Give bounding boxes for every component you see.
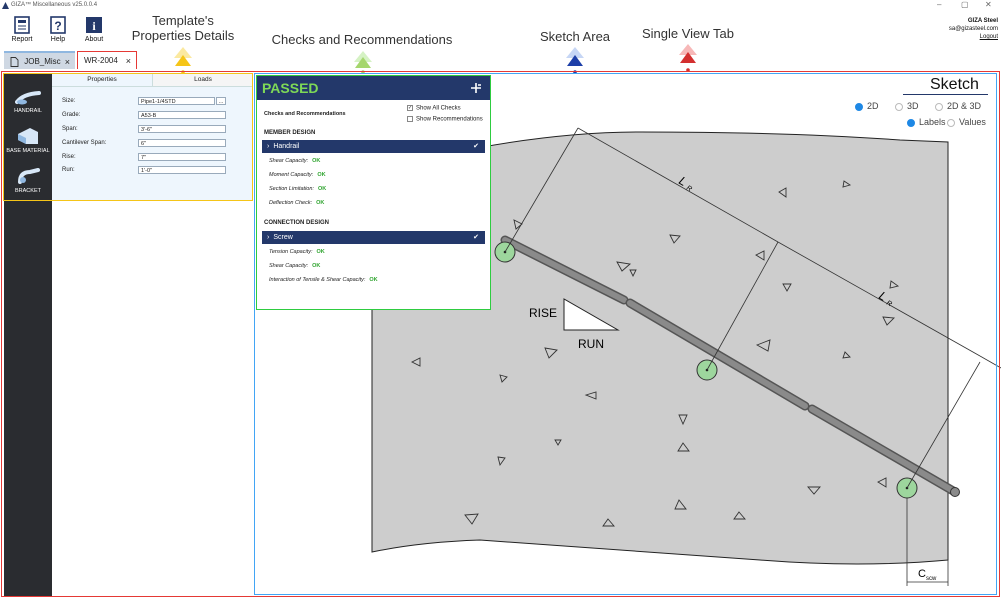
check-row: Section Limitation: OK — [269, 186, 326, 192]
cscw-sub: scw — [926, 576, 937, 582]
check-label: Moment Capacity: — [269, 172, 314, 178]
check-row: Deflection Check: OK — [269, 200, 324, 206]
sketch-canvas: RISE RUN L R L R C scw — [371, 127, 1001, 586]
check-result: OK — [317, 186, 327, 192]
screw-section-label: Screw — [273, 234, 293, 241]
view-2d-3d-label: 2D & 3D — [947, 101, 982, 111]
check-row: Tension Capacity: OK — [269, 249, 325, 255]
cscw-label: C — [918, 568, 926, 580]
chevron-right-icon: › — [267, 143, 270, 150]
radio-icon — [935, 102, 943, 111]
check-label: Shear Capacity: — [269, 263, 309, 269]
check-row: Interaction of Tensile & Shear Capacity:… — [269, 277, 378, 283]
check-result: OK — [317, 172, 326, 178]
check-label: Deflection Check: — [269, 200, 313, 206]
radio-selected-icon — [855, 102, 863, 111]
checkbox-icon — [407, 116, 413, 122]
handrail-section-label: Handrail — [273, 143, 300, 150]
checks-header: PASSED — [257, 76, 490, 100]
radio-icon — [947, 118, 955, 127]
handrail-section-bar[interactable]: › Handrail ✔ — [262, 140, 485, 153]
rise-sketch-label: RISE — [529, 306, 557, 320]
connection-design-heading: CONNECTION DESIGN — [264, 220, 330, 226]
chevron-right-icon: › — [267, 234, 270, 241]
show-all-checks-label: Show All Checks — [416, 105, 461, 112]
pin-icon[interactable] — [470, 82, 482, 94]
checkbox-checked-icon: ✓ — [407, 105, 413, 111]
member-design-heading: MEMBER DESIGN — [264, 130, 316, 136]
labels-label: Labels — [919, 117, 946, 127]
check-row: Shear Capacity: OK — [269, 263, 320, 269]
sketch-title-underline — [903, 94, 988, 95]
view-2d-3d-radio[interactable]: 2D & 3D — [935, 101, 981, 111]
check-row: Moment Capacity: OK — [269, 172, 326, 178]
check-row: Shear Capacity: OK — [269, 158, 320, 164]
check-result: OK — [312, 158, 321, 164]
radio-icon — [895, 102, 903, 111]
view-3d-radio[interactable]: 3D — [895, 101, 919, 111]
screw-section-bar[interactable]: › Screw ✔ — [262, 231, 485, 244]
check-label: Tension Capacity: — [269, 249, 313, 255]
show-all-checks-checkbox[interactable]: ✓ Show All Checks — [407, 105, 461, 112]
values-radio[interactable]: Values — [947, 117, 986, 127]
check-result: OK — [312, 263, 321, 269]
check-result: OK — [369, 277, 378, 283]
checks-heading: Checks and Recommendations — [264, 111, 346, 117]
sketch-title: Sketch — [930, 76, 979, 93]
show-recommendations-label: Show Recommendations — [416, 116, 483, 123]
labels-radio[interactable]: Labels — [907, 117, 946, 127]
run-sketch-label: RUN — [578, 337, 604, 351]
view-2d-radio[interactable]: 2D — [855, 101, 879, 111]
view-2d-label: 2D — [867, 101, 879, 111]
check-label: Section Limitation: — [269, 186, 314, 192]
check-icon: ✔ — [473, 143, 479, 150]
check-label: Interaction of Tensile & Shear Capacity: — [269, 277, 366, 283]
checks-panel: PASSED Checks and Recommendations ✓ Show … — [257, 76, 490, 309]
check-result: OK — [316, 200, 325, 206]
show-recommendations-checkbox[interactable]: Show Recommendations — [407, 116, 483, 123]
values-label: Values — [959, 117, 986, 127]
view-3d-label: 3D — [907, 101, 919, 111]
check-icon: ✔ — [473, 234, 479, 241]
radio-selected-icon — [907, 118, 915, 127]
status-passed: PASSED — [262, 80, 319, 96]
check-result: OK — [316, 249, 325, 255]
check-label: Shear Capacity: — [269, 158, 309, 164]
